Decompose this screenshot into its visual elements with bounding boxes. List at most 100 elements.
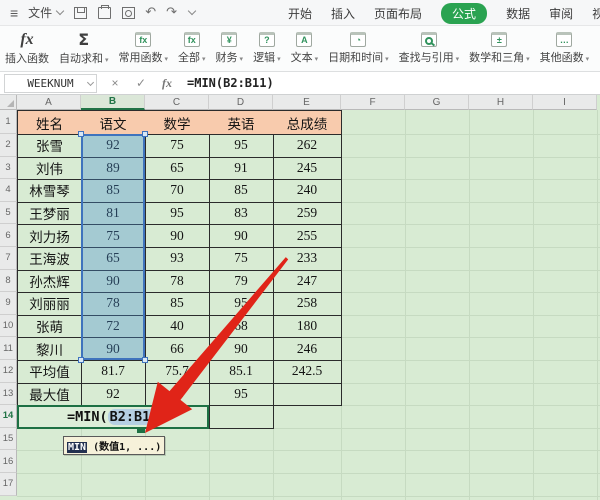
- cell-C3[interactable]: 65: [145, 156, 210, 181]
- cell-B5[interactable]: 81: [81, 201, 146, 226]
- cell-E8[interactable]: 247: [273, 269, 342, 294]
- tab-插入[interactable]: 插入: [331, 5, 355, 22]
- row-header-17[interactable]: 17: [0, 473, 17, 496]
- select-all-corner[interactable]: [0, 95, 17, 110]
- cell-C7[interactable]: 93: [145, 247, 210, 271]
- column-header-D[interactable]: D: [209, 95, 273, 110]
- cell-B1[interactable]: 语文: [81, 110, 146, 135]
- all-functions-button[interactable]: fx 全部 ▾: [173, 28, 211, 70]
- cell-E10[interactable]: 180: [273, 314, 342, 339]
- cell-C5[interactable]: 95: [145, 201, 210, 226]
- cell-E3[interactable]: 245: [273, 156, 342, 181]
- confirm-entry-icon[interactable]: ✓: [133, 76, 149, 90]
- column-header-E[interactable]: E: [273, 95, 341, 110]
- logic-button[interactable]: ? 逻辑 ▾: [248, 28, 286, 70]
- tab-开始[interactable]: 开始: [288, 5, 312, 22]
- other-functions-button[interactable]: … 其他函数 ▾: [535, 28, 595, 70]
- cell-A1[interactable]: 姓名: [17, 110, 82, 135]
- cell-A9[interactable]: 刘丽丽: [17, 292, 82, 316]
- cell-A13[interactable]: 最大值: [17, 382, 82, 407]
- cell-C4[interactable]: 70: [145, 179, 210, 203]
- main-menu-icon[interactable]: ≡: [10, 5, 18, 21]
- column-header-C[interactable]: C: [145, 95, 209, 110]
- tab-公式[interactable]: 公式: [441, 2, 488, 24]
- cell-A4[interactable]: 林雪琴: [17, 179, 82, 203]
- text-button[interactable]: A 文本 ▾: [286, 28, 324, 70]
- selection-handle[interactable]: [78, 357, 84, 363]
- tab-视图[interactable]: 视图: [592, 5, 600, 22]
- cell-A8[interactable]: 孙杰辉: [17, 269, 82, 294]
- name-box-dropdown-icon[interactable]: [86, 78, 95, 86]
- cell-A3[interactable]: 刘伟: [17, 156, 82, 181]
- cell-C9[interactable]: 85: [145, 292, 210, 316]
- cell-E13[interactable]: [273, 382, 342, 407]
- cell-B7[interactable]: 65: [81, 247, 146, 271]
- cell-E9[interactable]: 258: [273, 292, 342, 316]
- date-time-button[interactable]: ◔ 日期和时间 ▾: [323, 28, 394, 70]
- cell-C13[interactable]: 95: [145, 382, 210, 407]
- row-header-15[interactable]: 15: [0, 427, 17, 451]
- cell-C6[interactable]: 90: [145, 224, 210, 248]
- row-header-10[interactable]: 10: [0, 314, 17, 338]
- cell-B4[interactable]: 85: [81, 179, 146, 203]
- cell-D10[interactable]: 68: [209, 314, 274, 339]
- save-icon[interactable]: [74, 6, 88, 19]
- cancel-entry-icon[interactable]: ×: [107, 76, 123, 90]
- cell-B3[interactable]: 89: [81, 156, 146, 181]
- cell-A6[interactable]: 刘力扬: [17, 224, 82, 248]
- cell-C2[interactable]: 75: [145, 134, 210, 158]
- cell-E4[interactable]: 240: [273, 179, 342, 203]
- selection-handle[interactable]: [142, 357, 148, 363]
- tab-数据[interactable]: 数据: [506, 5, 530, 22]
- cell-D14[interactable]: [209, 405, 274, 429]
- row-header-8[interactable]: 8: [0, 269, 17, 293]
- row-header-14[interactable]: 14: [0, 405, 17, 428]
- cell-E7[interactable]: 233: [273, 247, 342, 271]
- cell-A11[interactable]: 黎川: [17, 337, 82, 361]
- row-header-16[interactable]: 16: [0, 450, 17, 473]
- math-trig-button[interactable]: ± 数学和三角 ▾: [464, 28, 535, 70]
- file-menu[interactable]: 文件: [28, 4, 65, 21]
- cell-D6[interactable]: 90: [209, 224, 274, 248]
- redo-icon[interactable]: ↷: [166, 5, 177, 20]
- tab-审阅[interactable]: 审阅: [549, 5, 573, 22]
- row-header-5[interactable]: 5: [0, 201, 17, 225]
- cell-C12[interactable]: 75.7: [145, 360, 210, 384]
- cell-C11[interactable]: 66: [145, 337, 210, 361]
- cell-D7[interactable]: 75: [209, 247, 274, 271]
- cell-D1[interactable]: 英语: [209, 110, 274, 135]
- print-icon[interactable]: [98, 4, 112, 19]
- print-preview-icon[interactable]: [122, 6, 136, 19]
- cell-E2[interactable]: 262: [273, 134, 342, 158]
- cell-C8[interactable]: 78: [145, 269, 210, 294]
- lookup-reference-button[interactable]: 查找与引用 ▾: [394, 28, 465, 70]
- customize-toolbar-icon[interactable]: [187, 6, 197, 16]
- financial-button[interactable]: ¥ 财务 ▾: [211, 28, 249, 70]
- cell-C10[interactable]: 40: [145, 314, 210, 339]
- column-header-A[interactable]: A: [17, 95, 81, 110]
- column-header-I[interactable]: I: [533, 95, 597, 110]
- cell-B6[interactable]: 75: [81, 224, 146, 248]
- cell-D12[interactable]: 85.1: [209, 360, 274, 384]
- row-header-12[interactable]: 12: [0, 360, 17, 383]
- selection-handle[interactable]: [78, 131, 84, 137]
- cell-A2[interactable]: 张雪: [17, 134, 82, 158]
- cell-D2[interactable]: 95: [209, 134, 274, 158]
- cell-D13[interactable]: 95: [209, 382, 274, 407]
- edit-cell-fill-handle[interactable]: [137, 426, 145, 433]
- cell-B11[interactable]: 90: [81, 337, 146, 361]
- cell-D11[interactable]: 90: [209, 337, 274, 361]
- row-header-4[interactable]: 4: [0, 179, 17, 202]
- cell-E6[interactable]: 255: [273, 224, 342, 248]
- cell-E11[interactable]: 246: [273, 337, 342, 361]
- row-header-6[interactable]: 6: [0, 224, 17, 247]
- column-header-B[interactable]: B: [81, 95, 145, 110]
- cell-A5[interactable]: 王梦丽: [17, 201, 82, 226]
- column-header-G[interactable]: G: [405, 95, 469, 110]
- tab-页面布局[interactable]: 页面布局: [374, 5, 422, 22]
- cell-D3[interactable]: 91: [209, 156, 274, 181]
- cell-A7[interactable]: 王海波: [17, 247, 82, 271]
- column-header-F[interactable]: F: [341, 95, 405, 110]
- cell-D9[interactable]: 95: [209, 292, 274, 316]
- row-header-13[interactable]: 13: [0, 382, 17, 406]
